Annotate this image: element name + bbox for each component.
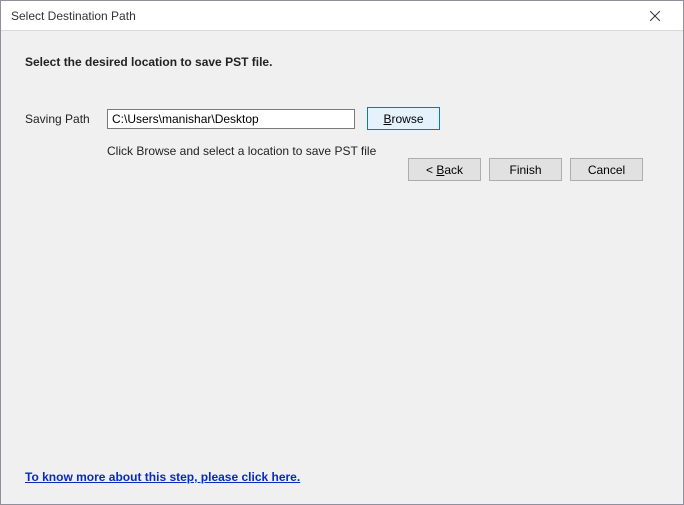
content-area: Select the desired location to save PST … (1, 31, 683, 504)
browse-button[interactable]: Browse (367, 107, 440, 130)
hint-text: Click Browse and select a location to sa… (107, 144, 659, 158)
path-row: Saving Path Browse (25, 107, 659, 130)
back-button[interactable]: < Back (408, 158, 481, 181)
cancel-button[interactable]: Cancel (570, 158, 643, 181)
window-title: Select Destination Path (11, 9, 136, 23)
window-close-button[interactable] (635, 2, 675, 30)
help-link[interactable]: To know more about this step, please cli… (25, 470, 300, 484)
close-icon (650, 11, 660, 21)
finish-button[interactable]: Finish (489, 158, 562, 181)
footer-buttons: < Back Finish Cancel (25, 158, 659, 197)
page-heading: Select the desired location to save PST … (25, 55, 659, 69)
dialog-window: Select Destination Path Select the desir… (0, 0, 684, 505)
saving-path-input[interactable] (107, 109, 355, 129)
saving-path-label: Saving Path (25, 112, 107, 126)
titlebar: Select Destination Path (1, 1, 683, 31)
